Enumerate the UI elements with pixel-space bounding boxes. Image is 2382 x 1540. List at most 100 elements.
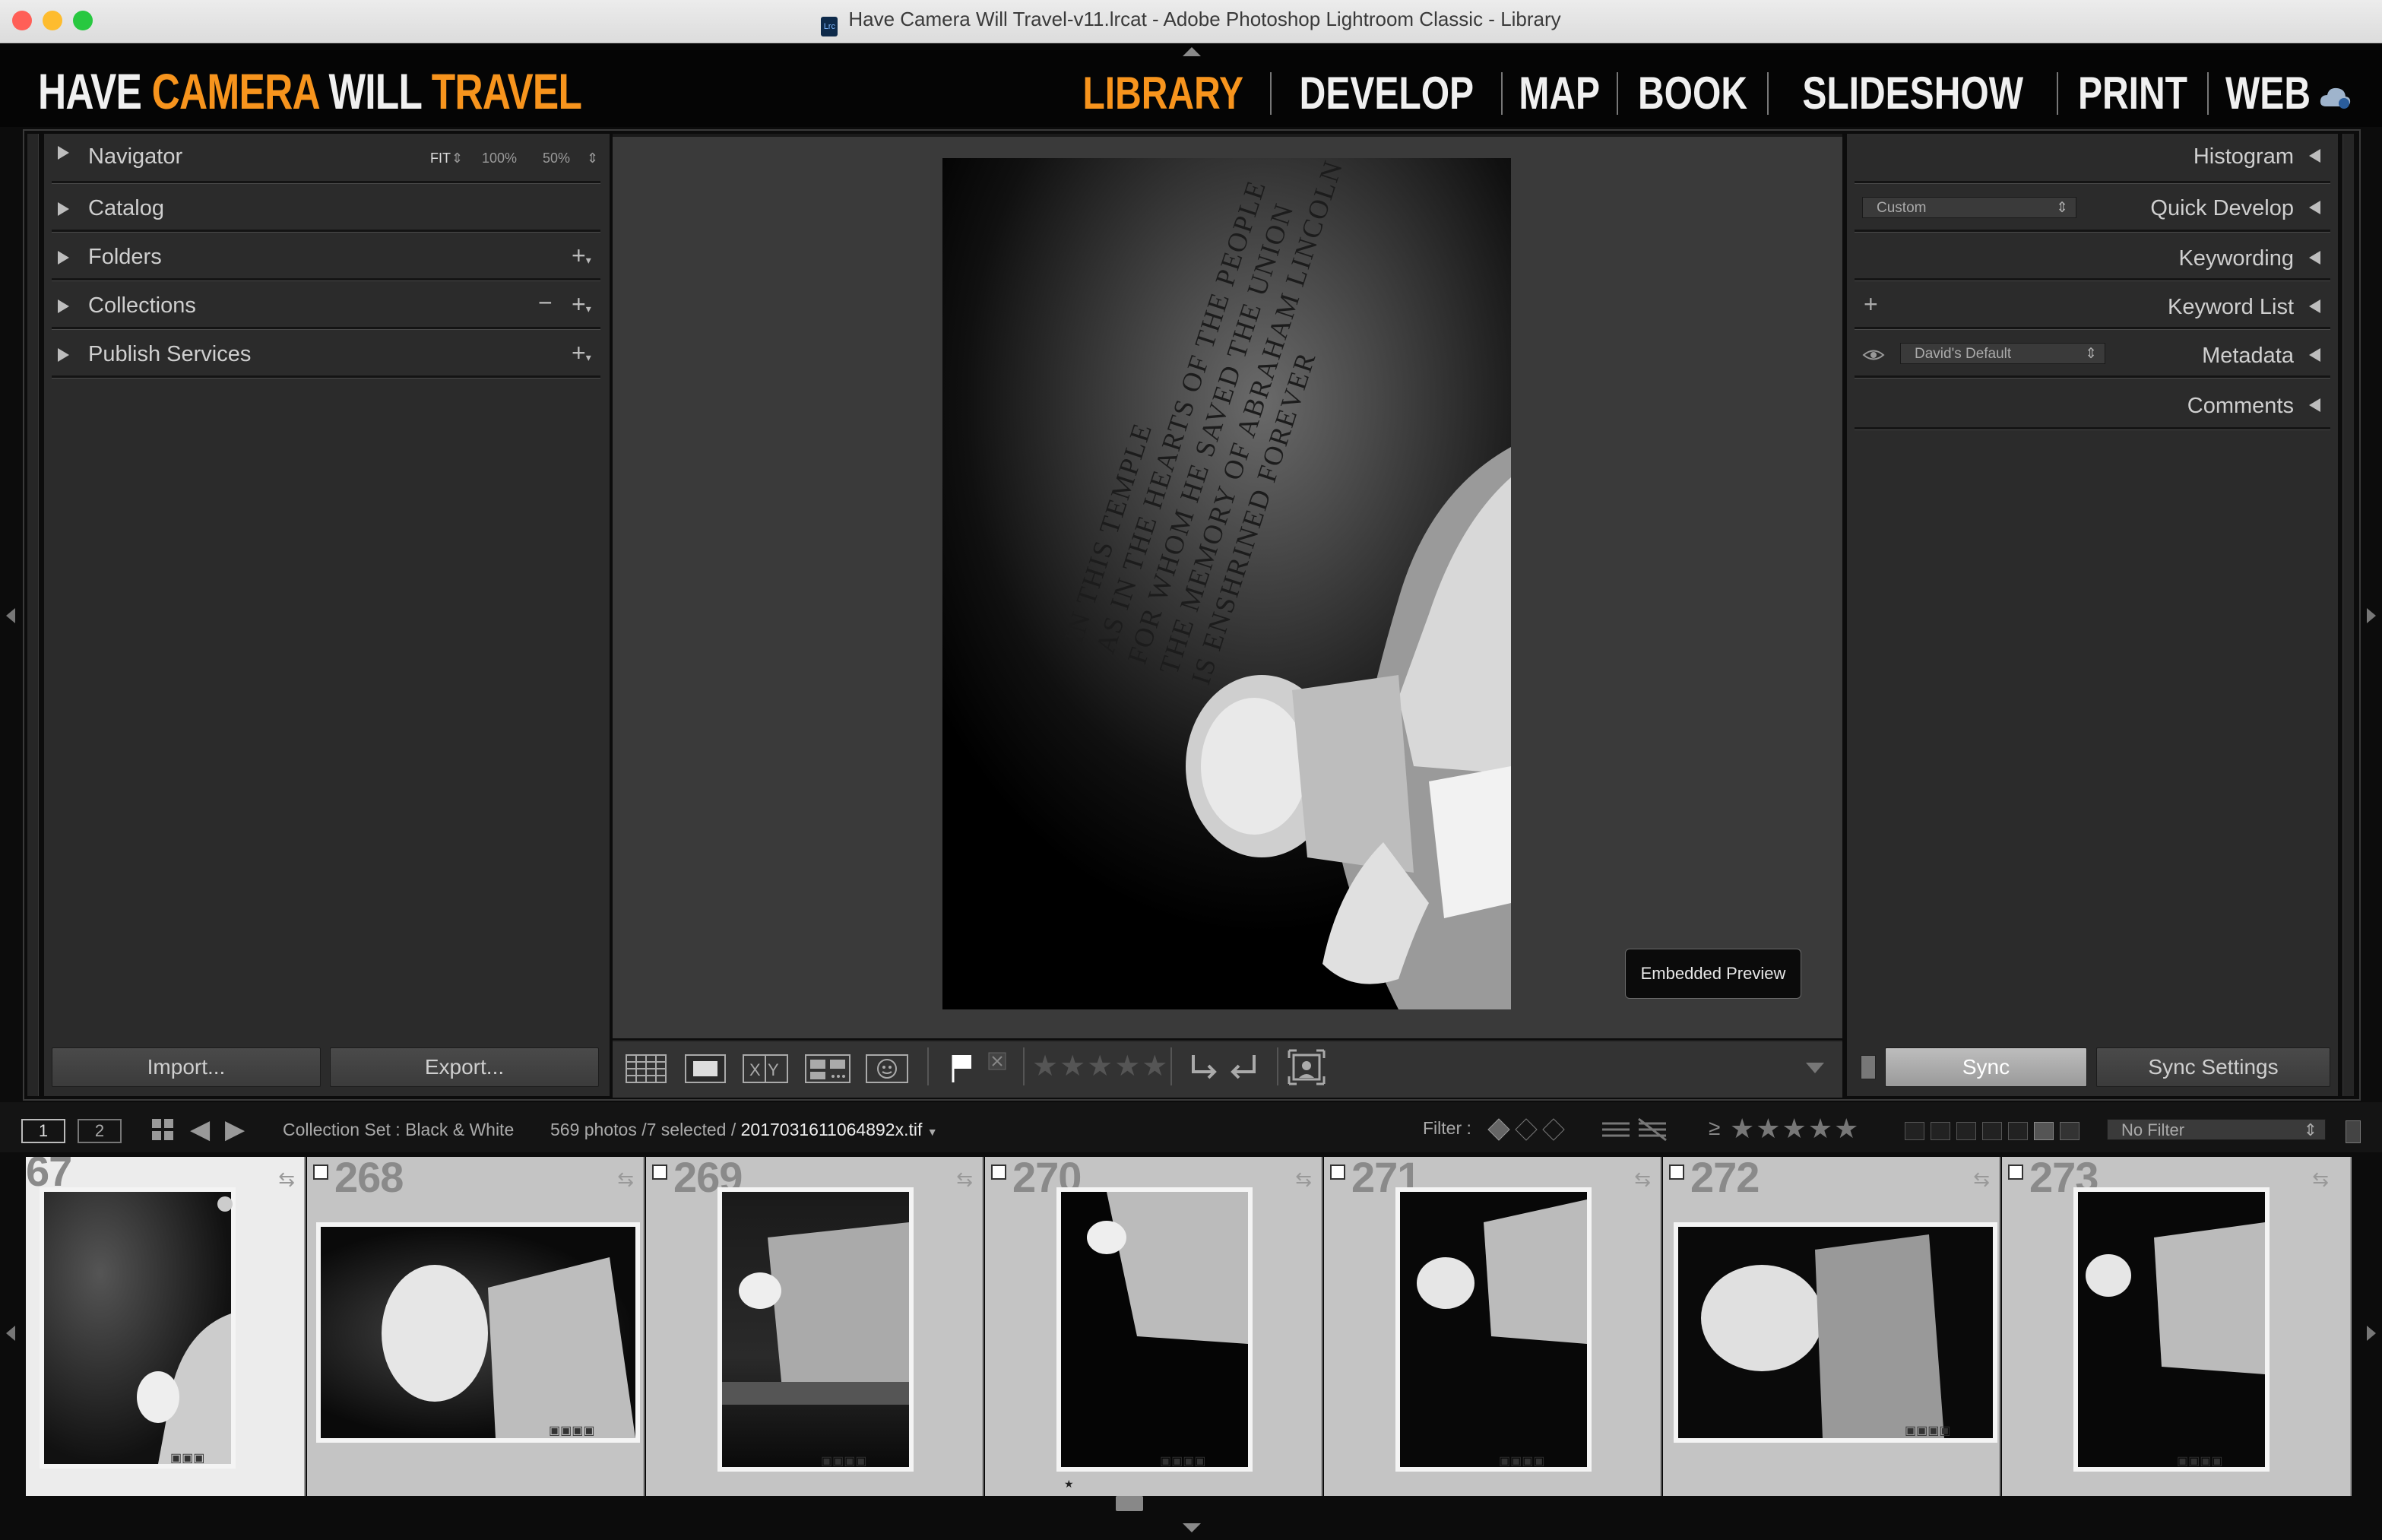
photo-thumbnail[interactable] [1400,1192,1587,1467]
add-publish-service-icon[interactable]: +▾ [572,339,591,367]
quick-develop-collapse-icon[interactable] [2309,201,2320,218]
collapse-top-panel-icon[interactable] [1183,47,1201,56]
photo-thumbnail[interactable] [2078,1192,2265,1467]
module-develop[interactable]: DEVELOP [1299,67,1473,119]
flag-filter-icons[interactable] [1487,1116,1572,1143]
histogram-collapse-icon[interactable] [2309,149,2320,166]
face-region-icon[interactable] [1288,1049,1326,1085]
sync-button[interactable]: Sync [1885,1047,2087,1087]
keyword-list-label[interactable]: Keyword List [2168,295,2294,320]
back-arrow-icon[interactable]: ◀ [190,1114,210,1145]
star-rating[interactable]: ★★★★★ [1032,1049,1169,1083]
module-map[interactable]: MAP [1519,67,1601,119]
sync-settings-button[interactable]: Sync Settings [2096,1047,2330,1087]
eye-icon[interactable] [1862,347,1885,363]
filmstrip-cell[interactable]: 270 ⇆ ★ ▣▣▣▣ [985,1157,1322,1496]
grid-view-icon[interactable] [150,1117,175,1142]
flag-pick-icon[interactable] [949,1052,976,1085]
quick-develop-preset-dropdown[interactable]: Custom ⇕ [1862,197,2076,218]
forward-arrow-icon[interactable]: ▶ [225,1114,245,1145]
zoom-stepper-icon[interactable]: ⇕ [587,151,598,166]
grid-view-icon[interactable] [625,1054,667,1084]
survey-view-icon[interactable] [804,1054,851,1084]
selection-checkbox[interactable] [1669,1165,1684,1180]
filmstrip-cell[interactable]: 272 ⇆ ▣▣▣▣ [1663,1157,2000,1496]
filmstrip-cell[interactable]: 67 ⇆ ▣▣▣ [26,1157,306,1496]
collapse-right-panel-icon[interactable] [2367,608,2376,623]
filmstrip-cell[interactable]: 271 ⇆ ▣▣▣▣ [1324,1157,1661,1496]
photo-thumbnail[interactable] [1678,1227,1993,1438]
add-keyword-icon[interactable]: + [1864,290,1878,318]
folders-header[interactable] [58,251,69,268]
selection-checkbox[interactable] [2008,1165,2023,1180]
module-web[interactable]: WEB [2225,67,2311,119]
export-button[interactable]: Export... [330,1047,599,1087]
publish-services-header[interactable] [58,348,69,366]
filmstrip-scroll-left-icon[interactable] [6,1326,15,1341]
selection-checkbox[interactable] [313,1165,328,1180]
module-slideshow[interactable]: SLIDESHOW [1802,67,2023,119]
rating-operator[interactable]: ≥ [1709,1116,1720,1140]
remove-collection-icon[interactable]: − [538,289,553,317]
flag-reject-icon[interactable] [988,1052,1006,1070]
module-book[interactable]: BOOK [1638,67,1747,119]
collapse-filmstrip-icon[interactable] [1183,1523,1201,1532]
add-collection-icon[interactable]: +▾ [572,290,591,318]
comments-label[interactable]: Comments [2187,394,2294,419]
rotate-right-icon[interactable] [1230,1052,1265,1082]
filmstrip-cell[interactable]: 273 ⇆ ▣▣▣▣ [2002,1157,2352,1496]
secondary-screen-button[interactable]: 2 [78,1119,122,1143]
quick-develop-label[interactable]: Quick Develop [2150,196,2294,221]
metadata-preset-dropdown[interactable]: David's Default ⇕ [1900,343,2105,364]
filmstrip-scroll-right-icon[interactable] [2367,1326,2376,1341]
photo-thumbnail[interactable] [722,1192,909,1467]
virtual-copy-icon: ⇆ [956,1168,973,1190]
left-panel-scrollbar[interactable] [27,134,39,1096]
selection-checkbox[interactable] [1330,1165,1345,1180]
selection-checkbox[interactable] [652,1165,667,1180]
filter-lock-icon[interactable] [2346,1120,2361,1143]
filter-preset-dropdown[interactable]: No Filter ⇕ [2107,1119,2326,1140]
import-button[interactable]: Import... [52,1047,321,1087]
color-label-filters[interactable] [1905,1122,2079,1140]
people-view-icon[interactable] [865,1054,909,1084]
zoom-50[interactable]: 50% [543,151,570,166]
rotate-left-icon[interactable] [1183,1052,1218,1082]
module-print[interactable]: PRINT [2078,67,2187,119]
histogram-label[interactable]: Histogram [2194,144,2294,170]
main-photo: IN THIS TEMPLE AS IN THE HEARTS OF THE P… [942,158,1511,1009]
keywording-collapse-icon[interactable] [2309,251,2320,268]
rating-filter-stars[interactable]: ★★★★★ [1730,1113,1860,1145]
comments-collapse-icon[interactable] [2309,398,2320,416]
loupe-view-icon[interactable] [684,1054,727,1084]
photo-thumbnail[interactable] [44,1192,231,1464]
photo-thumbnail[interactable] [321,1227,635,1438]
main-screen-button[interactable]: 1 [21,1119,65,1143]
compare-view-icon[interactable]: XY [742,1054,789,1084]
filmstrip-cell[interactable]: 268 ⇆ ▣▣▣▣ [307,1157,645,1496]
zoom-100[interactable]: 100% [482,151,517,166]
edit-filter-icons[interactable] [1599,1116,1672,1143]
keywording-label[interactable]: Keywording [2178,246,2294,271]
selection-checkbox[interactable] [991,1165,1006,1180]
collapse-left-panel-icon[interactable] [6,608,15,623]
filmstrip-cell[interactable]: 269 ⇆ ▣▣▣▣ [646,1157,984,1496]
keyword-list-collapse-icon[interactable] [2309,299,2320,317]
zoom-fit[interactable]: FIT [430,151,451,166]
navigator-header[interactable] [58,146,69,163]
module-library[interactable]: LIBRARY [1083,67,1244,119]
add-folder-icon[interactable]: +▾ [572,242,591,270]
right-panel-scrollbar[interactable] [2342,134,2354,1096]
photo-thumbnail[interactable] [1061,1192,1248,1467]
metadata-label[interactable]: Metadata [2202,344,2294,369]
filmstrip-scroll-thumb[interactable] [1116,1496,1143,1511]
toolbar-menu-icon[interactable] [1806,1063,1824,1073]
cloud-sync-icon[interactable] [2318,84,2352,111]
zoom-fit-stepper-icon[interactable]: ⇕ [451,151,463,166]
metadata-collapse-icon[interactable] [2309,348,2320,366]
catalog-header[interactable] [58,202,69,220]
source-label[interactable]: Collection Set : Black & White [283,1120,514,1140]
auto-sync-switch[interactable] [1861,1055,1876,1079]
photo-count[interactable]: 569 photos /7 selected / 20170316110648​… [550,1120,938,1140]
collections-header[interactable] [58,299,69,317]
